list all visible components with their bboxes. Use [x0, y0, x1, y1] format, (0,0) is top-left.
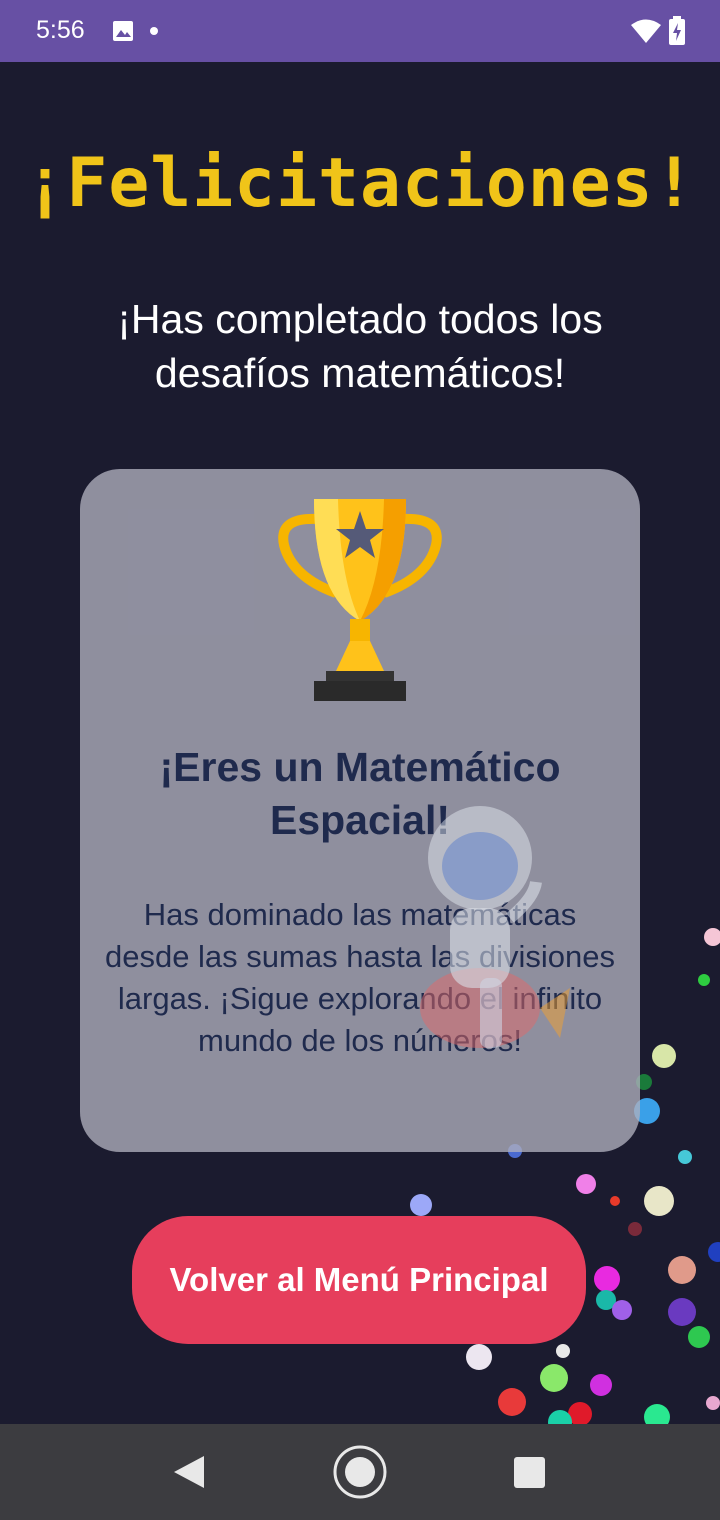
app-screen: ¡Felicitaciones! ¡Has completado todos l… [0, 62, 720, 1424]
page-title: ¡Felicitaciones! [24, 144, 696, 223]
confetti-dot [594, 1266, 620, 1292]
confetti-dot [590, 1374, 612, 1396]
astronaut-rocket-icon [420, 806, 570, 1048]
status-time: 5:56 [36, 16, 85, 44]
navigation-bar [0, 1424, 720, 1520]
confetti-dot [644, 1404, 670, 1424]
confetti-dot [668, 1298, 696, 1326]
confetti-dot [498, 1388, 526, 1416]
confetti-dot [612, 1300, 632, 1320]
confetti-dot [610, 1196, 620, 1206]
wifi-icon [631, 19, 661, 43]
confetti-dot [652, 1044, 676, 1068]
confetti-dot [466, 1344, 492, 1370]
confetti-dot [556, 1344, 570, 1358]
back-icon[interactable] [172, 1454, 206, 1490]
confetti-dot [576, 1174, 596, 1194]
confetti-dot [668, 1256, 696, 1284]
confetti-dot [704, 928, 720, 946]
back-to-menu-button[interactable]: Volver al Menú Principal [132, 1216, 586, 1344]
dot-icon [150, 27, 158, 35]
confetti-dot [698, 974, 710, 986]
confetti-dot [678, 1150, 692, 1164]
battery-charging-icon [669, 16, 685, 45]
status-bar: 5:56 [0, 0, 720, 62]
confetti-dot [644, 1186, 674, 1216]
confetti-dot [628, 1222, 642, 1236]
image-icon [113, 21, 133, 41]
confetti-dot [708, 1242, 720, 1262]
confetti-dot [688, 1326, 710, 1348]
page-subtitle: ¡Has completado todos los desafíos matem… [117, 296, 603, 396]
confetti-dot [410, 1194, 432, 1216]
recents-icon[interactable] [514, 1457, 545, 1488]
trophy-icon [278, 499, 442, 701]
confetti-dot [540, 1364, 568, 1392]
home-icon[interactable] [332, 1444, 388, 1500]
confetti-dot [706, 1396, 720, 1410]
